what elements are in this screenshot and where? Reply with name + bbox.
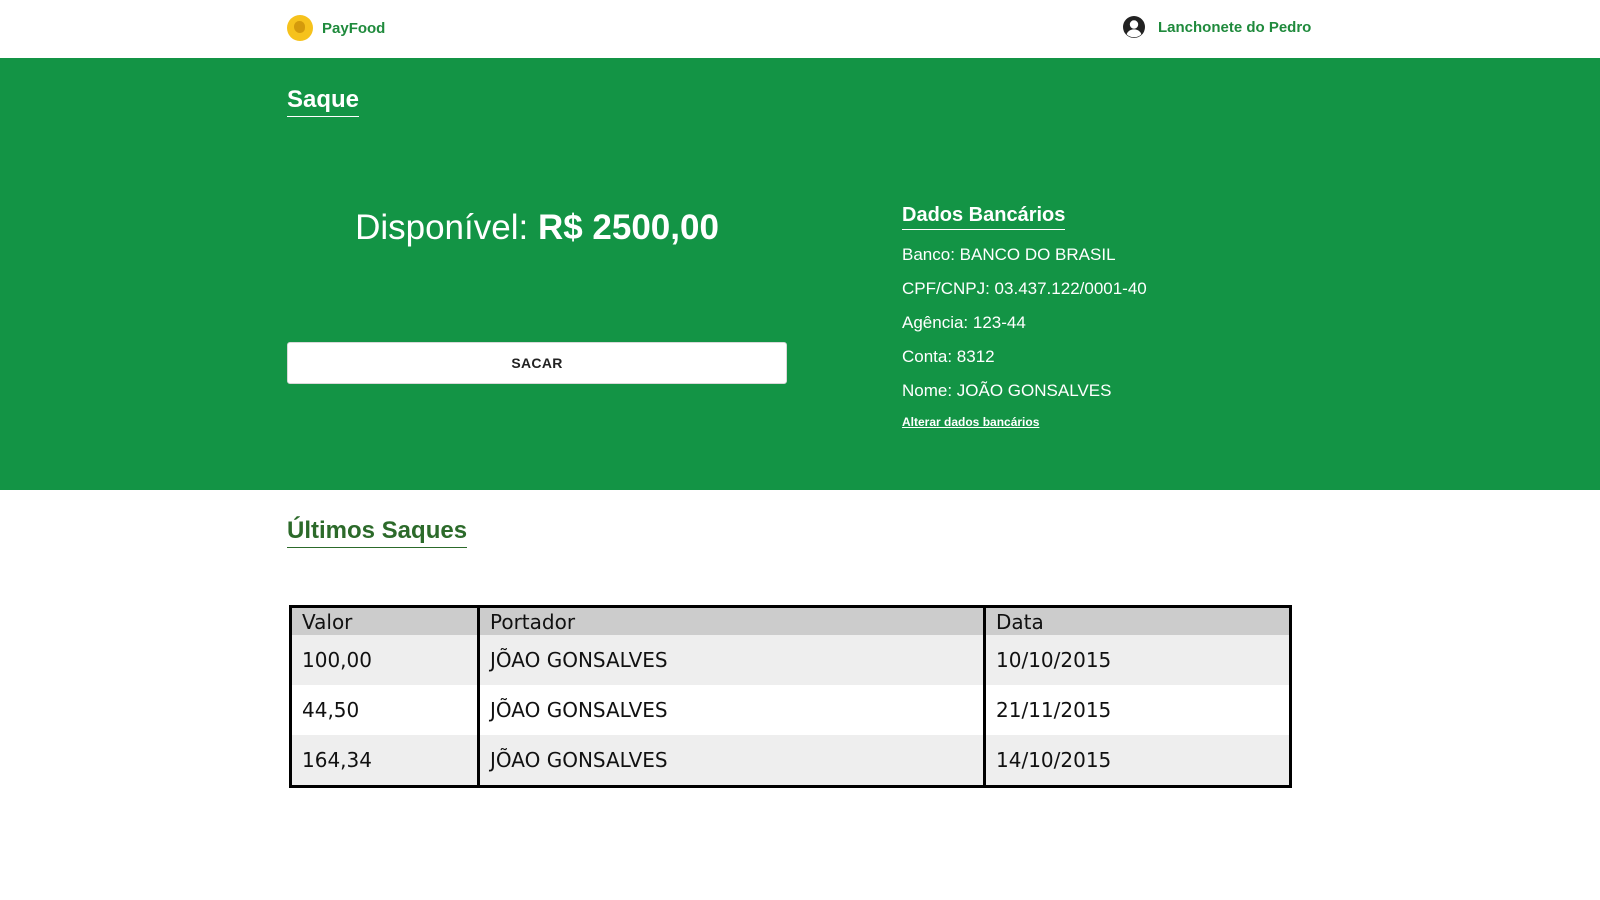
cell-data: 10/10/2015	[983, 635, 1291, 685]
user-name: Lanchonete do Pedro	[1158, 18, 1312, 36]
withdraw-section: Saque Disponível: R$ 2500,00 SACAR Dados…	[0, 58, 1600, 490]
available-label: Disponível:	[355, 208, 529, 247]
table-row: 164,34 JÕAO GONSALVES 14/10/2015	[289, 735, 1291, 787]
bank-holder-name: Nome: JOÃO GONSALVES	[902, 381, 1112, 400]
bank-details: Dados Bancários Banco: BANCO DO BRASIL C…	[902, 204, 1147, 431]
change-bank-details-link[interactable]: Alterar dados bancários	[902, 415, 1039, 429]
cell-valor: 164,34	[289, 735, 479, 787]
brand-name: PayFood	[322, 19, 386, 37]
brand-link[interactable]: PayFood	[287, 15, 385, 41]
withdraw-button[interactable]: SACAR	[287, 342, 787, 384]
bank-details-title: Dados Bancários	[902, 204, 1066, 230]
column-header-data: Data	[983, 606, 1291, 635]
column-header-valor: Valor	[289, 606, 479, 635]
table-row: 44,50 JÕAO GONSALVES 21/11/2015	[289, 685, 1291, 735]
cell-data: 21/11/2015	[983, 685, 1291, 735]
history-title: Últimos Saques	[287, 517, 468, 548]
column-header-portador: Portador	[477, 606, 985, 635]
table-header-row: Valor Portador Data	[289, 606, 1291, 635]
top-navbar: PayFood Lanchonete do Pedro	[0, 0, 1600, 58]
cell-valor: 44,50	[289, 685, 479, 735]
available-balance: Disponível: R$ 2500,00	[287, 208, 787, 248]
available-amount: R$ 2500,00	[537, 208, 719, 247]
cell-portador: JÕAO GONSALVES	[477, 735, 985, 787]
cell-portador: JÕAO GONSALVES	[477, 685, 985, 735]
user-avatar-icon	[1123, 16, 1145, 38]
bank-document: CPF/CNPJ: 03.437.122/0001-40	[902, 279, 1147, 298]
bank-account: Conta: 8312	[902, 347, 995, 366]
coin-logo-icon	[287, 15, 313, 41]
table-row: 100,00 JÕAO GONSALVES 10/10/2015	[289, 635, 1291, 685]
bank-agency: Agência: 123-44	[902, 313, 1026, 332]
cell-data: 14/10/2015	[983, 735, 1291, 787]
page-title: Saque	[287, 86, 360, 117]
cell-portador: JÕAO GONSALVES	[477, 635, 985, 685]
user-menu[interactable]: Lanchonete do Pedro	[1122, 15, 1311, 39]
withdrawals-table: Valor Portador Data 100,00 JÕAO GONSALVE…	[289, 605, 1292, 788]
cell-valor: 100,00	[289, 635, 479, 685]
bank-name: Banco: BANCO DO BRASIL	[902, 245, 1116, 264]
